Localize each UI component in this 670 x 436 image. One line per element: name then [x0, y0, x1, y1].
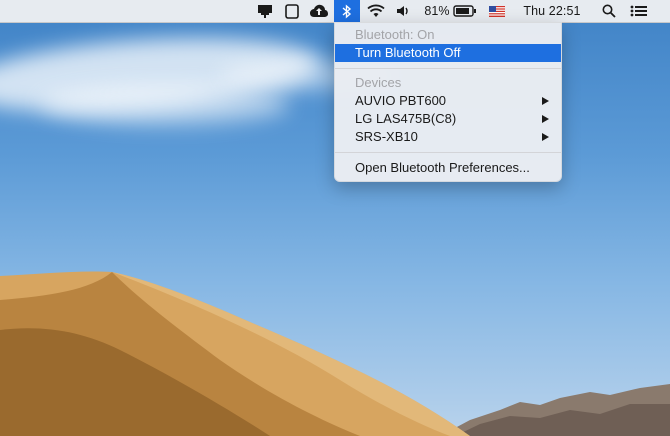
presentation-icon[interactable] [255, 0, 275, 22]
volume-icon[interactable] [394, 0, 412, 22]
submenu-arrow-icon [542, 115, 549, 123]
bluetooth-menu: Bluetooth: On Turn Bluetooth Off Devices… [334, 22, 562, 182]
open-preferences-label: Open Bluetooth Preferences... [355, 160, 530, 175]
submenu-arrow-icon [542, 133, 549, 141]
menu-separator [335, 152, 561, 153]
submenu-arrow-icon [542, 97, 549, 105]
turn-bluetooth-off-item[interactable]: Turn Bluetooth Off [335, 44, 561, 62]
turn-bluetooth-off-label: Turn Bluetooth Off [355, 45, 461, 60]
search-icon[interactable] [599, 0, 619, 22]
us-flag-icon[interactable] [487, 0, 507, 22]
menu-separator [335, 68, 561, 69]
device-label: AUVIO PBT600 [355, 93, 447, 108]
bluetooth-icon[interactable] [334, 0, 360, 22]
battery-icon[interactable] [452, 0, 478, 22]
device-item-auvio[interactable]: AUVIO PBT600 [335, 92, 561, 110]
wifi-icon[interactable] [364, 0, 388, 22]
bluetooth-status-label: Bluetooth: On [355, 27, 435, 42]
tablet-icon[interactable] [283, 0, 301, 22]
device-item-lg[interactable]: LG LAS475B(C8) [335, 110, 561, 128]
battery-percentage: 81% [424, 4, 450, 18]
device-label: SRS-XB10 [355, 129, 418, 144]
device-label: LG LAS475B(C8) [355, 111, 457, 126]
open-bluetooth-preferences-item[interactable]: Open Bluetooth Preferences... [335, 159, 561, 177]
devices-header-label: Devices [355, 75, 402, 90]
cloud-upload-icon[interactable] [308, 0, 330, 22]
bluetooth-status: Bluetooth: On [335, 26, 561, 44]
menubar-clock[interactable]: Thu 22:51 [518, 0, 586, 22]
device-item-srs[interactable]: SRS-XB10 [335, 128, 561, 146]
devices-header: Devices [335, 74, 561, 92]
list-icon[interactable] [628, 0, 650, 22]
menu-bar: 81% Thu 22:51 [0, 0, 670, 23]
